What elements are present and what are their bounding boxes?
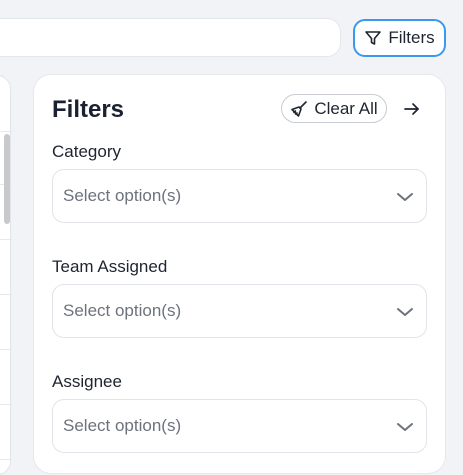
table-row-divider [0,349,12,350]
assignee-select[interactable]: Select option(s) [52,399,427,453]
team-assigned-label: Team Assigned [52,257,168,276]
filters-panel: Filters Clear All Category Select option… [33,74,446,474]
clear-all-label: Clear All [314,98,378,118]
table-row-divider [0,459,12,460]
team-assigned-select[interactable]: Select option(s) [52,284,427,338]
table-row-divider [0,404,12,405]
funnel-icon [364,29,382,47]
chevron-down-icon [396,303,414,321]
assignee-label: Assignee [52,372,122,391]
table-row-divider [0,131,12,132]
chevron-down-icon [396,188,414,206]
team-assigned-select-placeholder: Select option(s) [63,301,182,320]
table-row-divider [0,239,12,240]
table-scrollbar-thumb[interactable] [4,134,10,224]
table-row-divider [0,294,12,295]
arrow-right-icon [402,99,422,119]
panel-title: Filters [52,96,125,123]
collapse-panel-button[interactable] [402,99,422,119]
category-label: Category [52,142,121,161]
filters-toggle-button[interactable]: Filters [353,19,446,57]
search-bar[interactable] [0,18,341,57]
category-select[interactable]: Select option(s) [52,169,427,223]
clear-all-button[interactable]: Clear All [281,94,387,123]
filters-toggle-label: Filters [388,28,435,47]
chevron-down-icon [396,418,414,436]
broom-icon [290,100,308,118]
assignee-select-placeholder: Select option(s) [63,416,182,435]
table-panel [0,75,12,475]
category-select-placeholder: Select option(s) [63,186,182,205]
